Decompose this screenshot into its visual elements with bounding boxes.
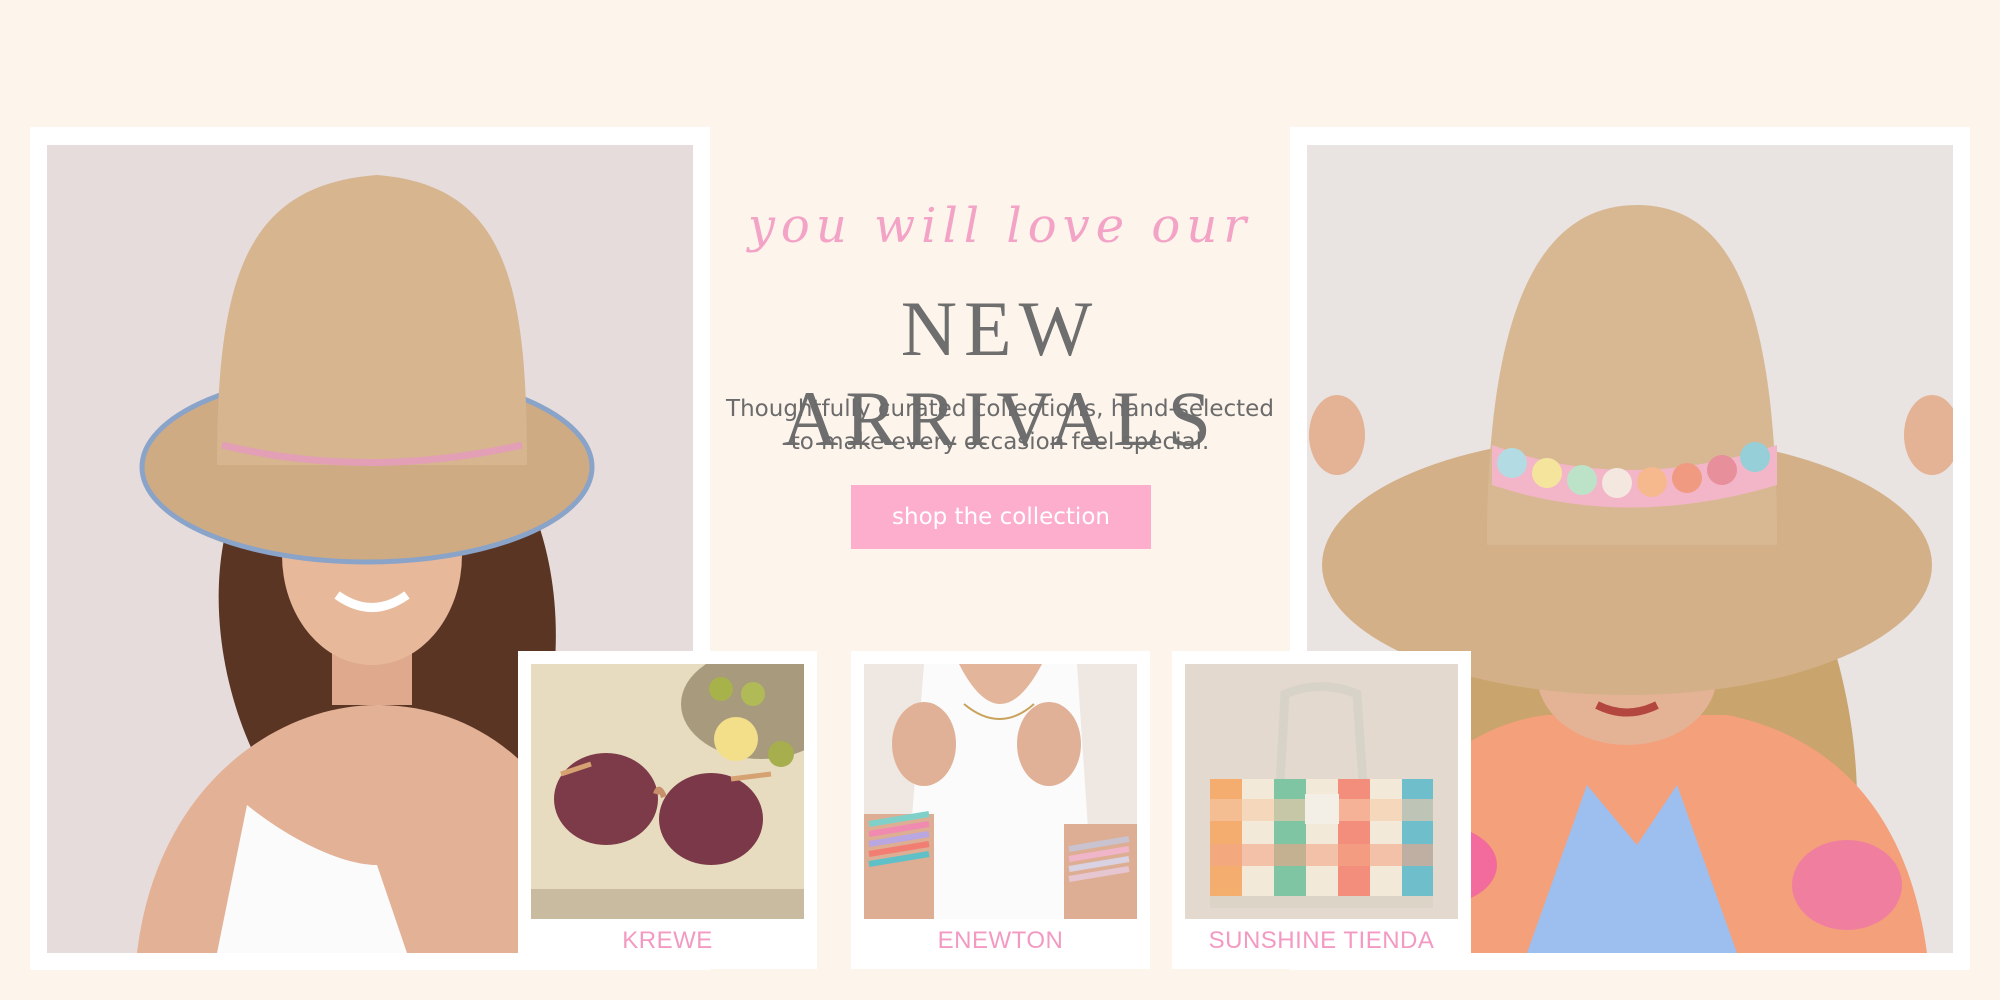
plaid-tote-bag-image	[1185, 664, 1458, 919]
brand-card-enewton[interactable]: ENEWTON	[851, 651, 1150, 969]
brand-card-krewe[interactable]: KREWE	[518, 651, 817, 969]
sunglasses-image	[531, 664, 804, 919]
hero-description: Thoughtfully curated collections, hand-s…	[726, 396, 1274, 455]
bracelets-necklace-image	[864, 664, 1137, 919]
brand-label-enewton: ENEWTON	[937, 927, 1064, 954]
shop-the-collection-button[interactable]: shop the collection	[851, 485, 1151, 549]
brand-card-sunshine-tienda[interactable]: SUNSHINE TIENDA	[1172, 651, 1471, 969]
tagline-script: you will love our	[747, 198, 1253, 254]
brand-label-krewe: KREWE	[622, 927, 713, 954]
brand-label-sunshine-tienda: SUNSHINE TIENDA	[1208, 927, 1435, 954]
